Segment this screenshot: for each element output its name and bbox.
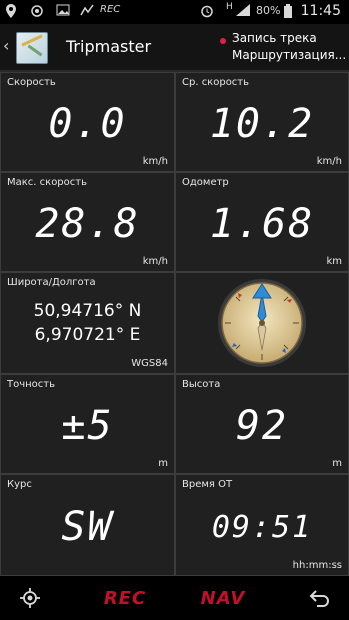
time-ot-tile[interactable]: Время ОТ 09:51 hh:mm:ss — [175, 474, 349, 576]
bottom-bar: REC NAV — [0, 576, 349, 620]
rec-button[interactable]: REC — [100, 576, 150, 620]
back-chevron-icon[interactable]: ‹ — [3, 36, 9, 55]
status-bar: REC H 80% 11:45 — [0, 0, 349, 24]
course-value: SW — [61, 504, 114, 550]
nav-button[interactable]: NAV — [196, 576, 250, 620]
speed-tile[interactable]: Скорость 0.0 km/h — [0, 72, 175, 172]
longitude-value: 6,970721° E — [34, 325, 141, 345]
battery-percent: 80% — [256, 4, 281, 17]
rec-button-label: REC — [103, 587, 147, 609]
altitude-value: 92 — [235, 403, 289, 449]
speed-label: Скорость — [7, 77, 56, 88]
max-speed-label: Макс. скорость — [7, 177, 87, 188]
network-type: H — [226, 2, 233, 12]
speed-value: 0.0 — [48, 101, 127, 147]
crosshair-icon — [20, 588, 40, 608]
time-ot-label: Время ОТ — [182, 479, 233, 490]
course-tile[interactable]: Курс SW — [0, 474, 175, 576]
avg-speed-label: Ср. скорость — [182, 77, 250, 88]
accuracy-label: Точность — [7, 379, 56, 390]
odometer-label: Одометр — [182, 177, 229, 188]
odometer-tile[interactable]: Одометр 1.68 km — [175, 172, 349, 272]
time-ot-unit: hh:mm:ss — [292, 560, 342, 571]
compass-icon — [218, 279, 306, 367]
location-icon — [6, 4, 16, 21]
app-title: Tripmaster — [66, 37, 152, 56]
accuracy-unit: m — [158, 458, 168, 469]
speed-unit: km/h — [142, 156, 168, 167]
signal-icon — [236, 4, 250, 19]
track-status[interactable]: Запись трека Маршрутизация... — [232, 30, 349, 64]
accuracy-tile[interactable]: Точность ±5 m — [0, 374, 175, 474]
avg-speed-value: 10.2 — [209, 101, 315, 147]
back-button[interactable] — [300, 576, 340, 620]
locate-button[interactable] — [10, 576, 50, 620]
rec-indicator: REC — [100, 4, 121, 15]
back-arrow-icon — [309, 590, 329, 607]
nav-button-label: NAV — [200, 587, 246, 609]
position-label: Широта/Долгота — [7, 277, 96, 288]
max-speed-unit: km/h — [142, 256, 168, 267]
coordinates: 50,94716° N 6,970721° E — [1, 299, 174, 347]
battery-icon — [284, 4, 292, 21]
avg-speed-unit: km/h — [316, 156, 342, 167]
odometer-unit: km — [326, 256, 342, 267]
track-status-line1: Запись трека — [232, 31, 317, 45]
status-time: 11:45 — [300, 3, 341, 19]
dashboard-grid: Скорость 0.0 km/h Ср. скорость 10.2 km/h… — [0, 72, 349, 576]
compass — [176, 273, 348, 373]
image-icon — [56, 4, 70, 19]
datum-label: WGS84 — [131, 358, 168, 369]
track-status-line2: Маршрутизация... — [232, 48, 347, 62]
altitude-label: Высота — [182, 379, 221, 390]
max-speed-tile[interactable]: Макс. скорость 28.8 km/h — [0, 172, 175, 272]
time-ot-value: 09:51 — [211, 509, 313, 545]
action-bar: ‹ Tripmaster Запись трека Маршрутизация.… — [0, 24, 349, 72]
accuracy-value: ±5 — [61, 403, 114, 449]
position-tile[interactable]: Широта/Долгота 50,94716° N 6,970721° E W… — [0, 272, 175, 374]
course-label: Курс — [7, 479, 32, 490]
altitude-tile[interactable]: Высота 92 m — [175, 374, 349, 474]
latitude-value: 50,94716° N — [33, 301, 142, 321]
avg-speed-tile[interactable]: Ср. скорость 10.2 km/h — [175, 72, 349, 172]
alarm-icon — [200, 4, 214, 21]
app-logo-icon[interactable] — [16, 32, 48, 64]
max-speed-value: 28.8 — [35, 201, 140, 247]
odometer-value: 1.68 — [209, 201, 315, 247]
route-icon — [80, 4, 94, 19]
recording-dot-icon — [220, 38, 226, 44]
gps-icon — [30, 4, 44, 21]
compass-tile[interactable] — [175, 272, 349, 374]
altitude-unit: m — [332, 458, 342, 469]
